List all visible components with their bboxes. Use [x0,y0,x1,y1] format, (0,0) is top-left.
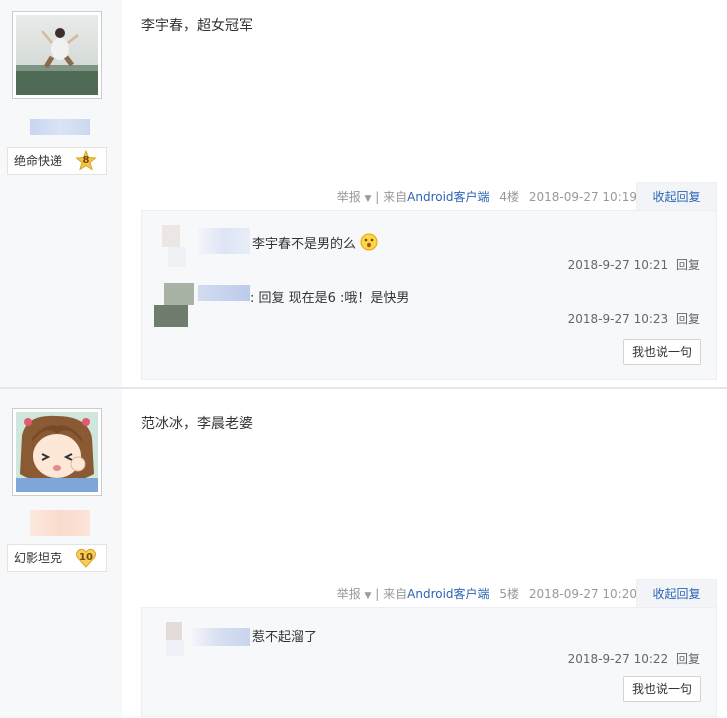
collapse-replies-button[interactable]: 收起回复 [636,579,717,607]
android-client-link[interactable]: Android客户端 [407,190,489,204]
badge-level: 10 [79,552,93,563]
reply-username-blurred[interactable] [198,228,250,254]
collapse-replies-button[interactable]: 收起回复 [636,182,717,210]
report-link[interactable]: 举报 [337,190,361,204]
client-source: | 来自 [375,587,408,601]
reply-text: : 回复 现在是6 :哦！是快男 [250,291,410,306]
author-sidebar: 绝命快递 8 [0,0,122,387]
reply-list: 李宇春不是男的么 2018-9-27 10:21 回复 : 回复 现在是6 :哦… [141,210,717,380]
post-meta: 举报 ▼ | 来自Android客户端 5楼 2018-09-27 10:20 [337,585,637,602]
avatar[interactable] [12,408,102,496]
reply-link[interactable]: 回复 [676,652,700,666]
reply-time: 2018-9-27 10:23 回复 [567,312,700,326]
reply-text: 李宇春不是男的么 [252,233,378,255]
post-meta: 举报 ▼ | 来自Android客户端 4楼 2018-09-27 10:19 [337,188,637,205]
post-floor-5: 幻影坦克 10 范冰冰，李晨老婆 举报 ▼ | 来自Android客户端 5楼 … [0,389,727,718]
reply-link[interactable]: 回复 [676,258,700,272]
say-something-button[interactable]: 我也说一句 [623,676,701,702]
level-star-icon: 8 [75,149,97,172]
level-heart-icon: 10 [75,547,97,569]
member-badge[interactable]: 幻影坦克 10 [7,544,107,572]
reply-avatar[interactable] [162,622,192,666]
badge-level: 8 [82,155,90,166]
reply-avatar[interactable] [154,283,196,329]
floor-number: 5楼 [499,587,520,601]
post-time: 2018-09-27 10:20 [528,587,637,601]
post-time: 2018-09-27 10:19 [528,190,637,204]
reply-list: 惹不起溜了 2018-9-27 10:22 回复 我也说一句 [141,607,717,717]
reply-time: 2018-9-27 10:22 回复 [567,652,700,666]
avatar-image [16,15,98,95]
avatar-image [16,412,98,492]
reply-text: 惹不起溜了 [252,630,318,645]
reply-time: 2018-9-27 10:21 回复 [567,258,700,272]
dropdown-arrow-icon[interactable]: ▼ [365,591,372,601]
post-content: 李宇春，超女冠军 [141,18,253,34]
badge-name: 绝命快递 [14,154,63,168]
face-emoji-icon [360,233,378,255]
say-something-button[interactable]: 我也说一句 [623,339,701,365]
post-content: 范冰冰，李晨老婆 [141,416,253,432]
report-link[interactable]: 举报 [337,587,361,601]
username-blurred[interactable] [30,510,90,536]
author-sidebar: 幻影坦克 10 [0,389,122,718]
reply-username-blurred[interactable] [192,628,250,646]
avatar[interactable] [12,11,102,99]
client-source: | 来自 [375,190,408,204]
post-floor-4: 绝命快递 8 李宇春，超女冠军 举报 ▼ | 来自Android客户端 4楼 2… [0,0,727,387]
floor-number: 4楼 [499,190,520,204]
badge-name: 幻影坦克 [14,551,63,565]
reply-username-blurred[interactable] [198,285,250,301]
reply-link[interactable]: 回复 [676,312,700,326]
reply-avatar[interactable] [162,225,192,269]
username-blurred[interactable] [30,119,90,135]
android-client-link[interactable]: Android客户端 [407,587,489,601]
dropdown-arrow-icon[interactable]: ▼ [365,194,372,204]
member-badge[interactable]: 绝命快递 8 [7,147,107,175]
